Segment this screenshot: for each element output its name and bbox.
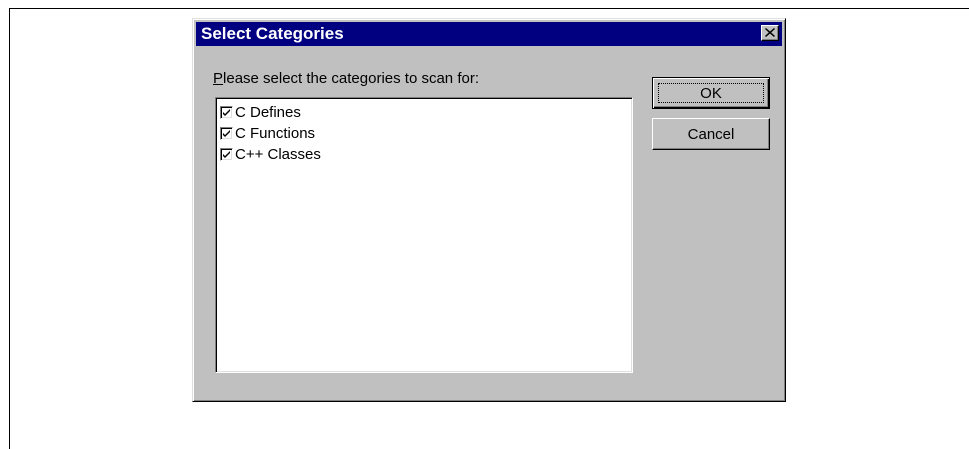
cancel-button[interactable]: Cancel <box>652 118 770 150</box>
checkmark-icon <box>223 109 230 116</box>
checkmark-icon <box>223 151 230 158</box>
c-defines-checkbox[interactable] <box>220 106 233 119</box>
prompt-mnemonic: P <box>213 70 224 87</box>
cancel-button-label: Cancel <box>687 125 735 143</box>
ok-button-label: OK <box>700 84 722 102</box>
category-item-cpp-classes[interactable]: C++ Classes <box>220 144 321 165</box>
category-label: C++ Classes <box>235 145 321 163</box>
frame-left-border <box>9 8 10 449</box>
checkmark-icon <box>223 130 230 137</box>
prompt-text: lease select the categories to scan for: <box>223 70 479 87</box>
categories-prompt-label: Please select the categories to scan for… <box>213 70 479 88</box>
category-item-c-functions[interactable]: C Functions <box>220 123 315 144</box>
close-icon <box>765 28 775 37</box>
category-label: C Defines <box>235 103 301 121</box>
categories-listbox[interactable]: C Defines C Functions C++ Classes <box>215 97 633 373</box>
dialog-titlebar[interactable]: Select Categories <box>196 22 782 46</box>
select-categories-dialog: Select Categories Please select the cate… <box>192 18 786 402</box>
dialog-title: Select Categories <box>201 24 344 43</box>
frame-top-border <box>9 8 969 9</box>
cpp-classes-checkbox[interactable] <box>220 148 233 161</box>
category-label: C Functions <box>235 124 316 142</box>
category-item-c-defines[interactable]: C Defines <box>220 102 301 123</box>
ok-button[interactable]: OK <box>652 77 770 109</box>
close-button[interactable] <box>761 25 779 41</box>
c-functions-checkbox[interactable] <box>220 127 233 140</box>
